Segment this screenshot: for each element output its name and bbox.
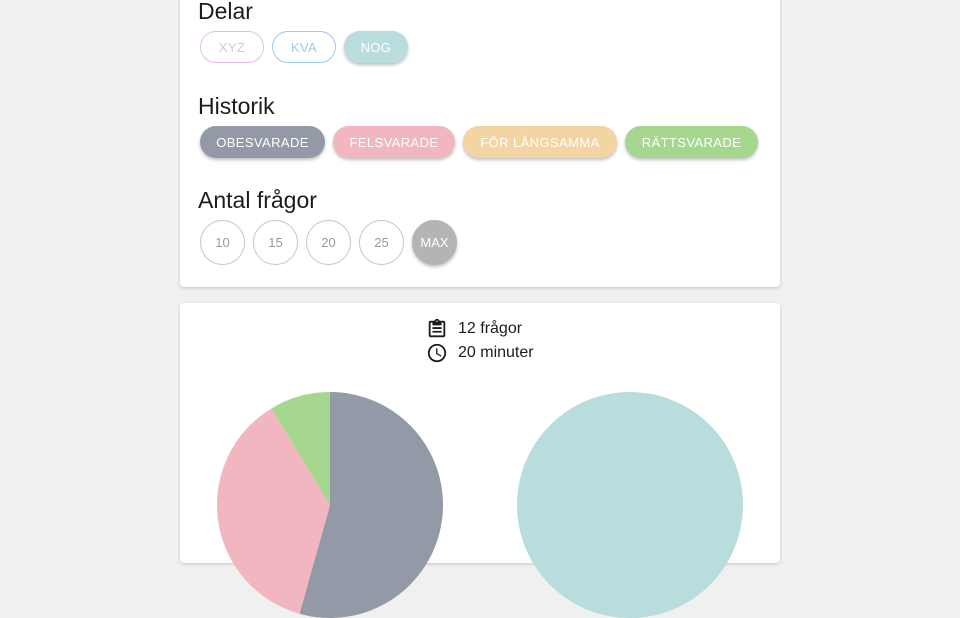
pie-1-slice-nog xyxy=(517,392,743,618)
duration-line: 20 minuter xyxy=(426,342,534,364)
history-chip-unanswered[interactable]: OBESVARADE xyxy=(200,126,325,158)
count-option-10[interactable]: 10 xyxy=(200,220,245,265)
count-option-15[interactable]: 15 xyxy=(253,220,298,265)
summary-card: 12 frågor 20 minuter xyxy=(180,303,780,618)
count-title: Antal frågor xyxy=(198,187,317,213)
filter-card: Delar XYZ KVA NOG Historik OBESVARADE FE… xyxy=(180,0,780,287)
question-count-line: 12 frågor xyxy=(426,318,522,340)
parts-title: Delar xyxy=(198,0,253,24)
history-pie-chart xyxy=(217,392,443,618)
count-option-max[interactable]: MAX xyxy=(412,220,457,265)
parts-chips: XYZ KVA NOG xyxy=(200,31,416,63)
clock-icon xyxy=(427,343,447,363)
count-option-25[interactable]: 25 xyxy=(359,220,404,265)
history-chips: OBESVARADE FELSVARADE FÖR LÅNGSAMMA RÄTT… xyxy=(200,126,766,158)
parts-pie-chart xyxy=(517,392,743,618)
part-chip-kva[interactable]: KVA xyxy=(272,31,336,63)
history-chip-wrong[interactable]: FELSVARADE xyxy=(333,126,455,158)
part-chip-nog[interactable]: NOG xyxy=(344,31,408,63)
count-option-20[interactable]: 20 xyxy=(306,220,351,265)
duration: 20 minuter xyxy=(458,344,534,361)
count-options: 10 15 20 25 MAX xyxy=(200,220,465,265)
history-chip-correct[interactable]: RÄTTSVARADE xyxy=(625,126,758,158)
clipboard-icon xyxy=(428,318,446,338)
part-chip-xyz[interactable]: XYZ xyxy=(200,31,264,63)
question-count: 12 frågor xyxy=(458,320,523,337)
history-chip-too-slow[interactable]: FÖR LÅNGSAMMA xyxy=(463,126,617,158)
history-title: Historik xyxy=(198,93,275,119)
